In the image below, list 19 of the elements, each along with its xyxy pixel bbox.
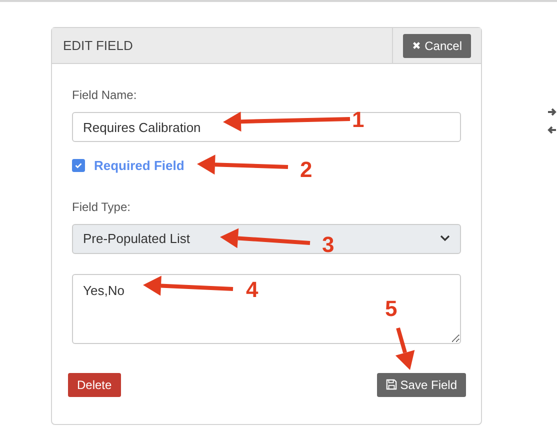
annotation-number: 3 (322, 234, 334, 256)
arrow-right-icon[interactable] (547, 107, 557, 117)
delete-button[interactable]: Delete (68, 372, 121, 396)
chevron-down-icon (440, 235, 450, 242)
annotation-arrow (395, 327, 415, 370)
field-label: Field Type: (72, 198, 132, 216)
field-label: Field Name: (72, 87, 138, 104)
annotation-number: 5 (385, 298, 398, 320)
annotation-number: 1 (352, 109, 364, 131)
close-icon (412, 41, 422, 50)
annotation-number: 4 (246, 279, 258, 301)
annotation-number: 2 (300, 159, 312, 181)
cancel-button[interactable]: Cancel (403, 34, 471, 58)
save-icon (386, 379, 398, 390)
panel-title: EDIT FIELD (63, 36, 133, 55)
checkbox-label: Required Field (94, 157, 184, 175)
save-button[interactable]: Save Field (377, 372, 466, 396)
required-checkbox[interactable] (72, 159, 85, 172)
arrow-left-icon[interactable] (547, 125, 557, 135)
